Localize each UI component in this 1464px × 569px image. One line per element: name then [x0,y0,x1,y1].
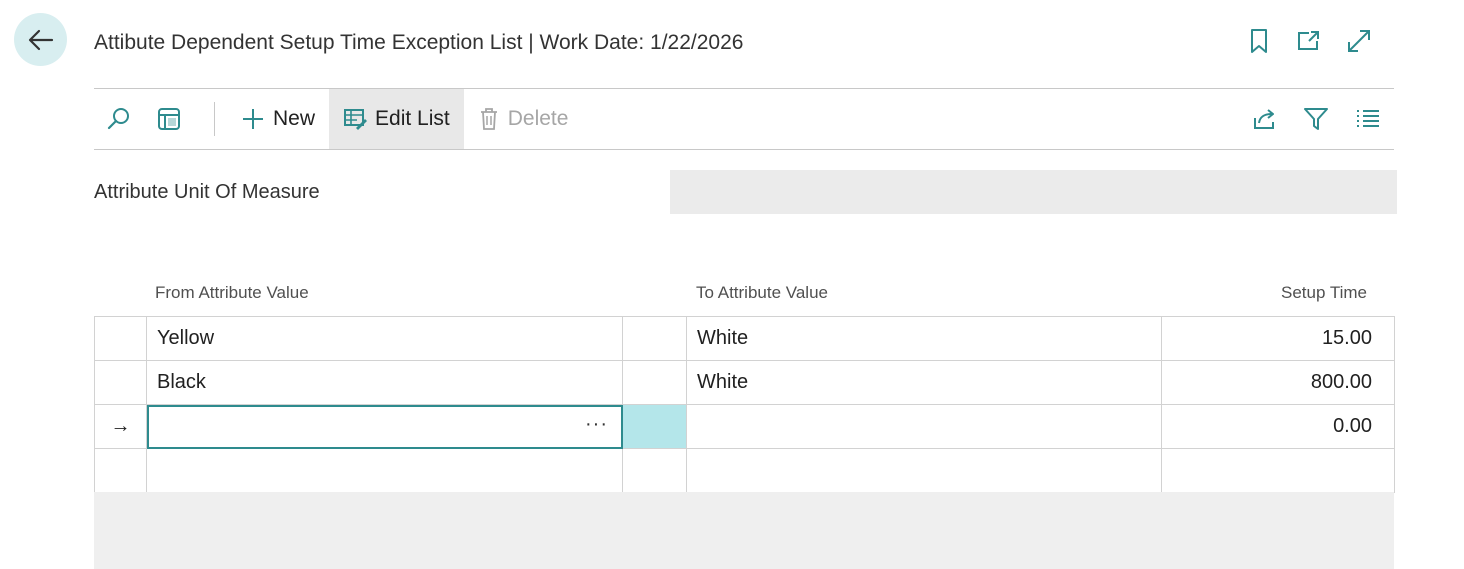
column-header-from[interactable]: From Attribute Value [155,283,309,303]
open-in-new-window-icon[interactable] [1296,28,1322,54]
setup-time-cell[interactable] [1161,448,1395,493]
table-row[interactable]: → ··· 0.00 [94,404,1395,449]
spacer-cell [622,360,687,405]
column-header-setup-time[interactable]: Setup Time [1281,283,1367,303]
filter-icon[interactable] [1302,105,1330,133]
attribute-uom-label: Attribute Unit Of Measure [94,181,320,203]
trash-icon [480,108,497,130]
new-button-label: New [273,107,316,130]
to-attribute-cell[interactable]: White [686,316,1162,361]
table-row[interactable]: Yellow White 15.00 [94,316,1395,361]
expand-icon[interactable] [1346,28,1372,54]
share-icon[interactable] [1250,105,1278,133]
action-bar: New Edit List Delete [94,89,1394,149]
list-icon[interactable] [1354,105,1382,133]
plus-icon [243,109,263,129]
spacer-cell-highlight [622,404,687,449]
spacer-cell [622,316,687,361]
table-row[interactable]: Black White 800.00 [94,360,1395,405]
edit-list-button[interactable]: Edit List [329,89,464,149]
attribute-uom-field[interactable] [670,170,1397,214]
list-empty-area [94,492,1394,569]
arrow-left-icon [28,29,53,50]
to-attribute-cell[interactable] [686,404,1162,449]
row-indicator[interactable] [94,316,147,361]
row-indicator-arrow[interactable]: → [94,404,147,449]
setup-time-cell[interactable]: 15.00 [1161,316,1395,361]
back-button[interactable] [14,13,67,66]
to-attribute-cell[interactable] [686,448,1162,493]
to-attribute-cell[interactable]: White [686,360,1162,405]
delete-button[interactable]: Delete [464,89,583,149]
toolbar-divider [94,149,1394,150]
from-attribute-cell[interactable]: Yellow [146,316,623,361]
layout-icon [158,108,180,130]
search-icon [107,108,129,130]
search-button[interactable] [94,89,144,149]
from-attribute-cell[interactable]: Black [146,360,623,405]
toolbar-right [1250,105,1394,133]
exception-table: Yellow White 15.00 Black White 800.00 → … [94,316,1395,493]
from-attribute-cell[interactable] [146,448,623,493]
page-title: Attibute Dependent Setup Time Exception … [94,31,744,54]
delete-button-label: Delete [507,107,569,130]
lookup-button[interactable]: ··· [585,413,608,436]
bookmark-icon[interactable] [1246,28,1272,54]
spacer-cell [622,448,687,493]
setup-time-cell[interactable]: 0.00 [1161,404,1395,449]
new-button[interactable]: New [227,89,329,149]
header-actions [1246,28,1372,54]
setup-time-cell[interactable]: 800.00 [1161,360,1395,405]
layout-button[interactable] [144,89,194,149]
table-row[interactable] [94,448,1395,493]
from-attribute-cell-active[interactable]: ··· [146,404,623,449]
toolbar-separator [214,102,215,136]
row-indicator[interactable] [94,448,147,493]
column-header-to[interactable]: To Attribute Value [696,283,828,303]
edit-list-icon [344,109,368,130]
edit-list-button-label: Edit List [375,107,450,130]
row-indicator[interactable] [94,360,147,405]
